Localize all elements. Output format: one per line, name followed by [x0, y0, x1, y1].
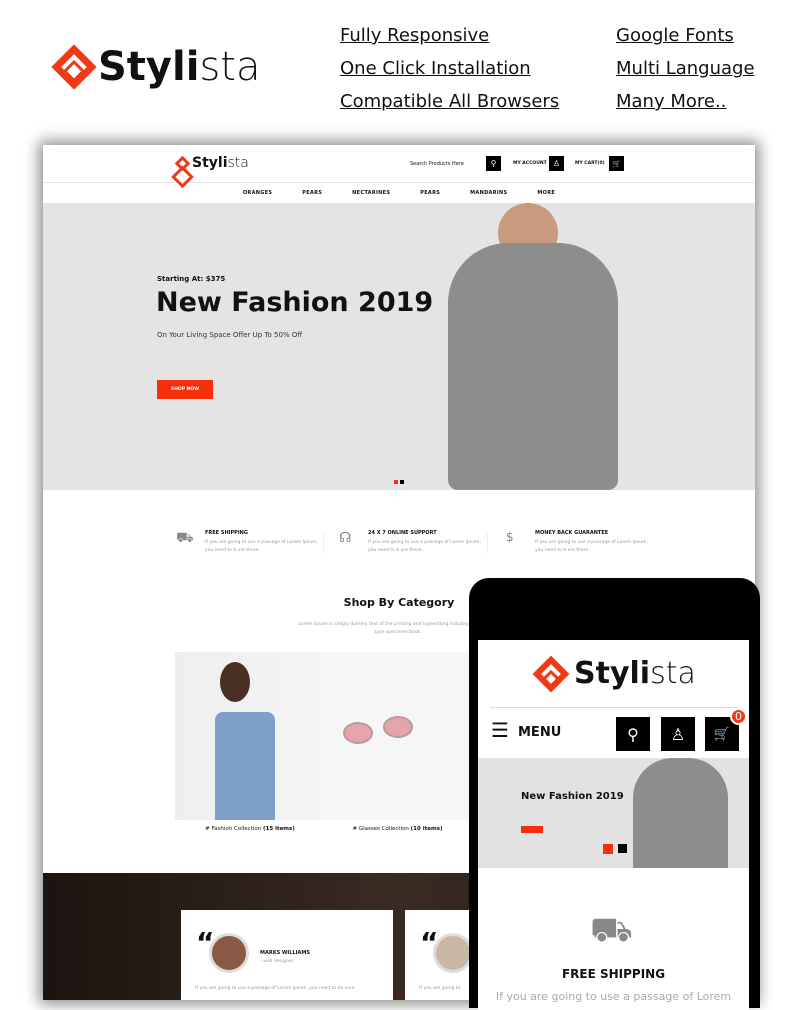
nav-item[interactable]: PEARS	[420, 190, 440, 196]
avatar	[209, 933, 249, 973]
cart-link[interactable]: MY CART(0)	[575, 161, 605, 166]
truck-icon: ⛟	[176, 530, 194, 546]
cart-icon[interactable]: 🛒	[609, 156, 624, 171]
divider	[487, 533, 488, 553]
money-hand-icon: $	[506, 530, 514, 544]
service-item: ☊ 24 X 7 ONLINE SUPPORT If you are going …	[339, 530, 481, 553]
testimonial-name: MARKS WILLIAMS	[260, 950, 310, 956]
hero-title: New Fashion 2019	[156, 287, 434, 318]
shop-now-button[interactable]	[521, 826, 543, 833]
slider-dot[interactable]	[618, 844, 627, 853]
service-item: $ MONEY BACK GUARANTEE If you are going t…	[506, 530, 648, 553]
account-link[interactable]: MY ACCOUNT	[513, 161, 547, 166]
feature-item: Compatible All Browsers	[340, 91, 560, 112]
feature-item: Google Fonts	[616, 25, 734, 46]
mobile-hero-title: New Fashion 2019	[521, 791, 624, 802]
feature-list-left: Fully Responsive One Click Installation …	[340, 19, 559, 118]
logo-mark-icon	[174, 155, 191, 171]
feature-item: Fully Responsive	[340, 25, 490, 46]
category-caption[interactable]: # Fashion Collection (15 items)	[175, 826, 325, 832]
nav-item[interactable]: MANDARINS	[470, 190, 507, 196]
service-item: ⛟ FREE SHIPPING If you are going to use a…	[176, 530, 318, 553]
cart-count-badge: 0	[730, 708, 747, 725]
nav-item[interactable]: ORANGES	[243, 190, 272, 196]
search-input[interactable]: Search Products Here	[410, 161, 464, 167]
hero-banner: Starting At: $375 New Fashion 2019 On Yo…	[43, 203, 755, 490]
hamburger-icon[interactable]: ☰	[491, 718, 509, 742]
menu-label[interactable]: MENU	[518, 725, 561, 740]
main-nav: ORANGES PEARS NECTARINES PEARS MANDARINS…	[43, 183, 755, 203]
mobile-service-text: If you are going to use a passage of Lor…	[495, 990, 732, 1003]
logo-mark-icon	[532, 655, 570, 692]
feature-item: One Click Installation	[340, 58, 531, 79]
brand-logo: Stylista	[51, 44, 261, 90]
testimonial-text: If you are going to use a passage of Lor…	[195, 986, 355, 991]
user-icon[interactable]: ♙	[549, 156, 564, 171]
mobile-logo[interactable]: Stylista	[532, 655, 696, 692]
hero-model-image	[633, 758, 728, 868]
mobile-screen: Stylista ☰ MENU ⚲ ♙ 🛒 0 New Fashion 2019…	[478, 640, 749, 1010]
category-fashion-image[interactable]	[175, 652, 325, 820]
desktop-logo[interactable]: Stylista	[174, 155, 249, 171]
desktop-header: Stylista Search Products Here ⚲ MY ACCOU…	[43, 145, 755, 183]
headset-icon: ☊	[339, 530, 352, 546]
divider	[323, 533, 324, 553]
feature-item: Multi Language	[616, 58, 755, 79]
feature-item: Many More..	[616, 91, 727, 112]
slider-dot[interactable]	[400, 480, 404, 484]
mobile-preview: Stylista ☰ MENU ⚲ ♙ 🛒 0 New Fashion 2019…	[469, 578, 760, 1010]
hero-subtitle: On Your Living Space Offer Up To 50% Off	[157, 331, 303, 339]
hero-starting-price: Starting At: $375	[157, 275, 226, 283]
category-glasses-image[interactable]	[325, 652, 470, 820]
testimonial-role: - web designer	[260, 959, 294, 964]
shop-now-button[interactable]: SHOP NOW	[157, 380, 213, 399]
slider-dot-active[interactable]	[394, 480, 398, 484]
user-icon[interactable]: ♙	[661, 717, 695, 751]
avatar	[433, 933, 473, 973]
mobile-service-title: FREE SHIPPING	[561, 967, 666, 981]
logo-mark-icon	[51, 44, 97, 90]
truck-icon: ⛟	[590, 910, 633, 950]
mobile-hero: New Fashion 2019	[478, 758, 749, 868]
nav-item[interactable]: PEARS	[302, 190, 322, 196]
nav-item[interactable]: NECTARINES	[352, 190, 390, 196]
category-caption[interactable]: # Glasses Collection (10 items)	[325, 826, 470, 832]
search-icon[interactable]: ⚲	[616, 717, 650, 751]
divider	[490, 707, 738, 708]
testimonial-card: “ MARKS WILLIAMS - web designer If you a…	[181, 910, 393, 1000]
search-icon[interactable]: ⚲	[486, 156, 501, 171]
nav-item[interactable]: MORE	[537, 190, 555, 196]
slider-dot-active[interactable]	[603, 844, 613, 854]
hero-model-image	[448, 203, 618, 490]
feature-list-right: Google Fonts Multi Language Many More..	[616, 19, 755, 118]
logo-text: Stylista	[98, 44, 261, 90]
